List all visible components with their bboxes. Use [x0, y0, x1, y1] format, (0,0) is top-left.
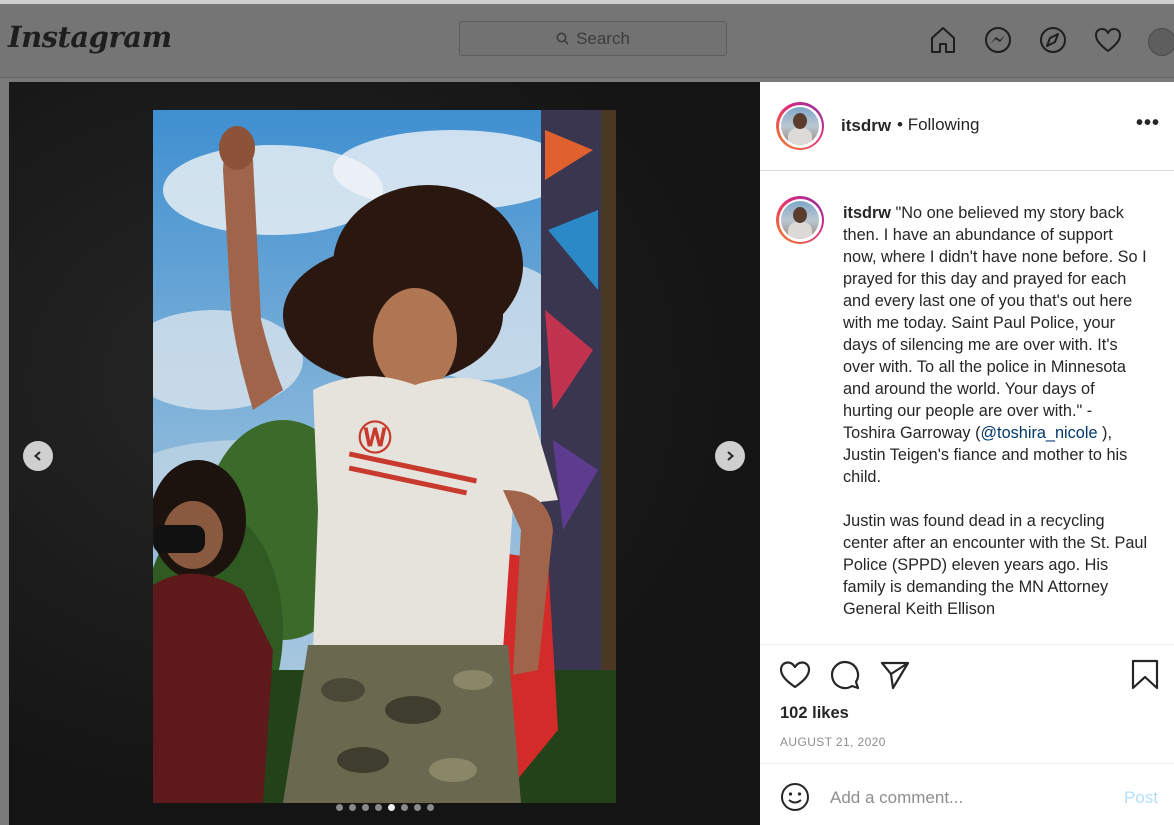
instagram-logo[interactable]: Instagram	[8, 20, 172, 54]
carousel-dot	[375, 804, 382, 811]
svg-text:Ⓦ: Ⓦ	[358, 420, 392, 458]
caption-text: itsdrw "No one believed my story back th…	[843, 204, 1148, 618]
comment-button[interactable]	[829, 659, 861, 696]
carousel-next-button[interactable]	[715, 441, 745, 471]
likes-count[interactable]: 102 likes	[780, 704, 849, 723]
profile-avatar[interactable]	[1148, 28, 1174, 56]
mention-link[interactable]: @toshira_nicole	[981, 424, 1098, 442]
caption-paragraph: Justin was found dead in a recycling cen…	[843, 512, 1148, 618]
comment-bar: Add a comment... Post	[760, 763, 1174, 825]
emoji-icon	[781, 783, 809, 811]
comment-input[interactable]: Add a comment...	[830, 788, 963, 808]
carousel-prev-button[interactable]	[23, 441, 53, 471]
carousel-dot	[401, 804, 408, 811]
save-button[interactable]	[1130, 659, 1160, 696]
home-icon[interactable]	[925, 22, 961, 58]
carousel-dots	[336, 804, 440, 811]
carousel-dot	[336, 804, 343, 811]
messenger-icon[interactable]	[980, 22, 1016, 58]
post-date[interactable]: AUGUST 21, 2020	[780, 735, 886, 749]
caption-author-avatar[interactable]	[776, 196, 824, 244]
search-icon	[556, 32, 569, 45]
share-button[interactable]	[879, 659, 911, 696]
post-side-panel: itsdrw • Following ••• itsdrw "No one be…	[760, 82, 1174, 825]
post-photo[interactable]: Ⓦ	[153, 110, 616, 803]
chevron-right-icon	[727, 451, 735, 461]
more-options-icon[interactable]: •••	[1136, 112, 1160, 135]
author-avatar[interactable]	[776, 102, 824, 150]
carousel-dot-active	[388, 804, 395, 811]
send-icon	[880, 661, 910, 690]
top-nav: Instagram Search	[0, 0, 1174, 78]
explore-icon[interactable]	[1035, 22, 1071, 58]
like-button[interactable]	[779, 659, 811, 696]
carousel-dot	[414, 804, 421, 811]
chevron-left-icon	[33, 451, 41, 461]
activity-heart-icon[interactable]	[1090, 22, 1126, 58]
caption-username[interactable]: itsdrw	[843, 204, 891, 222]
post-header: itsdrw • Following •••	[760, 82, 1174, 171]
following-status[interactable]: • Following	[897, 115, 980, 135]
emoji-button[interactable]	[780, 782, 810, 817]
search-input[interactable]: Search	[459, 21, 727, 56]
carousel-dot	[349, 804, 356, 811]
bookmark-icon	[1131, 659, 1159, 690]
carousel-dot	[362, 804, 369, 811]
comment-icon	[831, 661, 860, 690]
author-username[interactable]: itsdrw	[841, 116, 891, 136]
search-placeholder: Search	[576, 28, 630, 48]
post-caption: itsdrw "No one believed my story back th…	[760, 172, 1174, 645]
carousel-dot	[427, 804, 434, 811]
heart-icon	[779, 661, 811, 689]
post-media: Ⓦ	[9, 82, 760, 825]
post-comment-button[interactable]: Post	[1124, 788, 1158, 808]
